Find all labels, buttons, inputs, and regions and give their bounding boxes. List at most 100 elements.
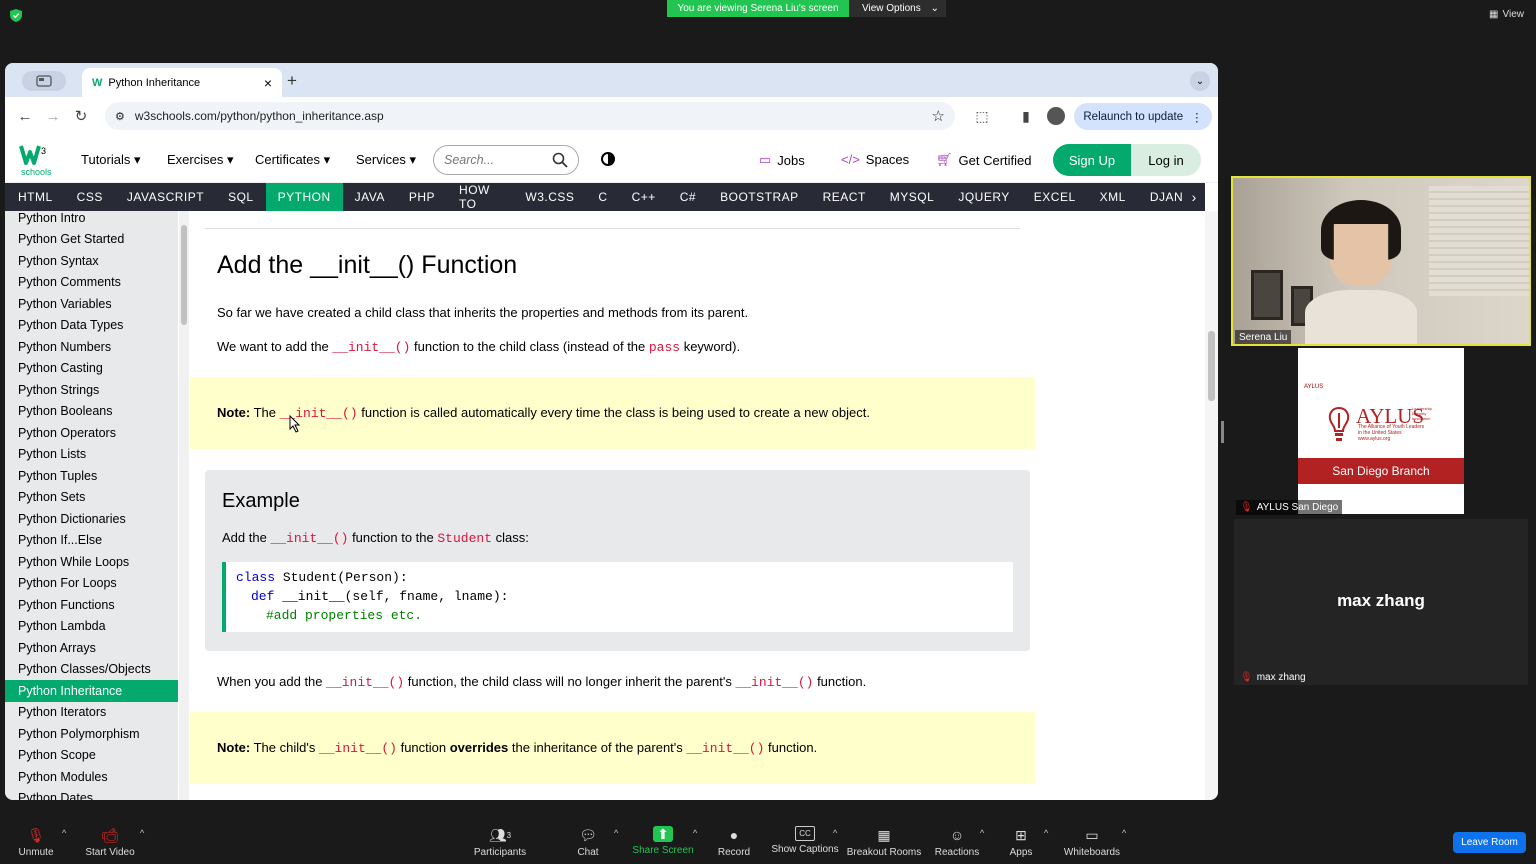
tab-search-button[interactable] (22, 71, 66, 91)
topnav-item[interactable]: BOOTSTRAP (708, 183, 811, 211)
topnav-item[interactable]: HTML (5, 183, 65, 211)
cart-icon: 🛒︎ (936, 152, 953, 167)
sidebar-item[interactable]: Python Dates (5, 788, 178, 800)
sidebar-item[interactable]: Python Data Types (5, 315, 178, 337)
back-arrow-icon[interactable]: ← (11, 108, 39, 125)
topnav-item[interactable]: MYSQL (878, 183, 947, 211)
side-panel-icon[interactable]: ▮ (1017, 107, 1035, 125)
toolbar-button-participants[interactable]: 👥︎ 3 Participants (460, 826, 540, 859)
topnav-item[interactable]: PHP (397, 183, 447, 211)
w3schools-logo[interactable]: 3 schools (19, 143, 55, 177)
toolbar-button-record[interactable]: ● Record (694, 826, 774, 858)
sidebar-item[interactable]: Python Comments (5, 272, 178, 294)
sign-up-button[interactable]: Sign Up (1053, 144, 1131, 176)
topnav-item[interactable]: C# (668, 183, 708, 211)
chevron-up-icon[interactable]: ^ (62, 828, 66, 838)
address-bar[interactable]: ⚙ w3schools.com/python/python_inheritanc… (105, 102, 955, 130)
main-scrollbar[interactable] (1205, 211, 1218, 800)
chevron-up-icon[interactable]: ^ (1044, 828, 1048, 838)
sidebar-item[interactable]: Python Modules (5, 766, 178, 788)
topnav-item[interactable]: JQUERY (946, 183, 1021, 211)
topnav-item[interactable]: EXCEL (1022, 183, 1088, 211)
search-input[interactable]: Search... (433, 145, 579, 175)
site-info-icon[interactable]: ⚙ (115, 110, 125, 123)
sidebar-item[interactable]: Python Lambda (5, 616, 178, 638)
toolbar-button-apps[interactable]: ⊞ Apps (981, 826, 1061, 859)
topnav-item[interactable]: SQL (216, 183, 266, 211)
topnav-item[interactable]: CSS (65, 183, 115, 211)
browser-tab[interactable]: W Python Inheritance × (82, 68, 282, 97)
chevron-up-icon[interactable]: ^ (140, 828, 144, 838)
menu-certificates[interactable]: Certificates ▾ (255, 152, 330, 168)
profile-avatar-icon[interactable] (1047, 107, 1065, 125)
sidebar-item[interactable]: Python Numbers (5, 336, 178, 358)
topnav-item[interactable]: PYTHON (265, 183, 343, 211)
topnav-item[interactable]: JAVA (343, 183, 397, 211)
sidebar-item[interactable]: Python For Loops (5, 573, 178, 595)
jobs-link[interactable]: ▭ Jobs (759, 152, 805, 168)
chevron-up-icon[interactable]: ^ (1122, 828, 1126, 838)
reload-icon[interactable]: ↻ (67, 107, 95, 125)
sidebar-item[interactable]: Python Sets (5, 487, 178, 509)
toolbar-button-start-video[interactable]: 📹︎ Start Video (70, 826, 150, 859)
menu-tutorials[interactable]: Tutorials ▾ (81, 152, 141, 168)
sidebar-item[interactable]: Python Classes/Objects (5, 659, 178, 681)
forward-arrow-icon[interactable]: → (39, 108, 67, 125)
log-in-button[interactable]: Log in (1131, 144, 1201, 176)
search-icon[interactable] (552, 152, 568, 168)
topnav-item[interactable]: XML (1088, 183, 1138, 211)
sidebar-item[interactable]: Python Booleans (5, 401, 178, 423)
sidebar-item[interactable]: Python Iterators (5, 702, 178, 724)
sidebar-item[interactable]: Python Syntax (5, 250, 178, 272)
lightbulb-icon (1328, 406, 1350, 441)
topnav-item[interactable]: C++ (620, 183, 668, 211)
sidebar-item[interactable]: Python Variables (5, 293, 178, 315)
topnav-item[interactable]: JAVASCRIPT (115, 183, 216, 211)
breakout-icon: ▦ (877, 826, 891, 843)
participant-tile-max[interactable]: max zhang 🎙︎ max zhang (1234, 519, 1528, 685)
sidebar-item[interactable]: Python Lists (5, 444, 178, 466)
sidebar-item[interactable]: Python Strings (5, 379, 178, 401)
sidebar-item[interactable]: Python Get Started (5, 229, 178, 251)
menu-services[interactable]: Services ▾ (356, 152, 416, 168)
chevron-up-icon[interactable]: ^ (614, 828, 618, 838)
toolbar-button-whiteboards[interactable]: ▭ Whiteboards (1052, 826, 1132, 859)
sidebar-item[interactable]: Python Polymorphism (5, 723, 178, 745)
toolbar-button-share-screen[interactable]: ⬆ Share Screen (623, 826, 703, 857)
extensions-icon[interactable]: ⬚ (973, 107, 991, 125)
topnav-item[interactable]: REACT (811, 183, 878, 211)
sidebar-item[interactable]: Python Casting (5, 358, 178, 380)
sidebar-item[interactable]: Python Arrays (5, 637, 178, 659)
get-certified-link[interactable]: 🛒︎ Get Certified (936, 152, 1032, 168)
chevron-up-icon[interactable]: ^ (833, 828, 837, 838)
topnav-item[interactable]: W3.CSS (513, 183, 586, 211)
sidebar-item[interactable]: Python Intro (5, 211, 178, 229)
close-tab-icon[interactable]: × (264, 75, 272, 91)
tab-list-chevron-icon[interactable]: ⌄ (1190, 71, 1210, 91)
sidebar-item[interactable]: Python While Loops (5, 551, 178, 573)
sidebar-item[interactable]: Python Dictionaries (5, 508, 178, 530)
toolbar-button-breakout-rooms[interactable]: ▦ Breakout Rooms (844, 826, 924, 859)
nav-next-chevron-icon[interactable]: › (1183, 183, 1205, 211)
sidebar-item[interactable]: Python Functions (5, 594, 178, 616)
spaces-link[interactable]: </> Spaces (841, 152, 909, 167)
sidebar-item[interactable]: Python Scope (5, 745, 178, 767)
sidebar-item[interactable]: Python Tuples (5, 465, 178, 487)
menu-exercises[interactable]: Exercises ▾ (167, 152, 234, 168)
panel-resize-handle[interactable] (1221, 421, 1224, 443)
view-button[interactable]: ▦ View (1489, 9, 1524, 20)
leave-room-button[interactable]: Leave Room (1453, 832, 1526, 853)
topnav-item[interactable]: HOW TO (447, 183, 513, 211)
main-scroll-thumb[interactable] (1208, 331, 1215, 401)
sidebar-item[interactable]: Python Inheritance (5, 680, 178, 702)
bookmark-star-icon[interactable]: ☆ (932, 107, 945, 125)
sidebar-item[interactable]: Python If...Else (5, 530, 178, 552)
sidebar-scroll-thumb[interactable] (181, 225, 187, 325)
new-tab-button[interactable]: + (287, 71, 297, 91)
dark-mode-toggle-icon[interactable] (601, 152, 615, 166)
participant-tile-serena[interactable]: Serena Liu (1231, 176, 1531, 346)
view-options-button[interactable]: View Options ⌄ (849, 0, 946, 17)
relaunch-button[interactable]: Relaunch to update ⋮ (1074, 103, 1212, 130)
sidebar-item[interactable]: Python Operators (5, 422, 178, 444)
topnav-item[interactable]: C (586, 183, 619, 211)
